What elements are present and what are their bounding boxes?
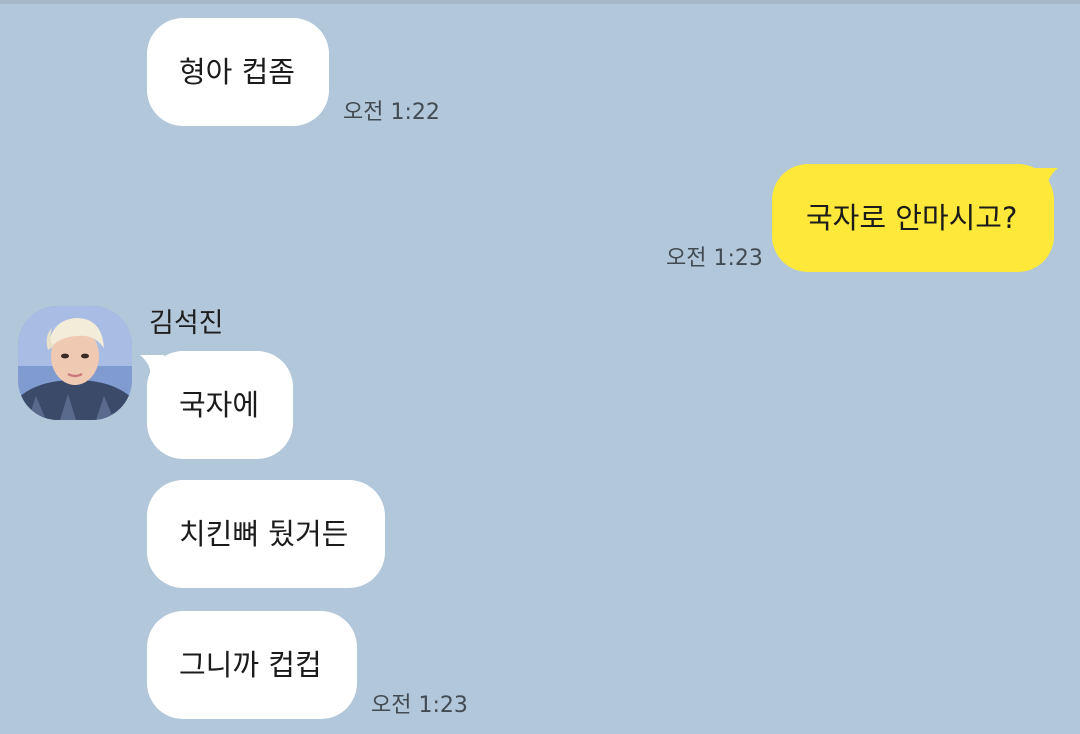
message-text: 형아 컵좀: [179, 54, 295, 89]
profile-photo-icon: [18, 306, 132, 420]
message-time: 오전 1:23: [371, 693, 468, 718]
message-bubble-incoming[interactable]: 형아 컵좀: [147, 18, 329, 126]
bubble-tail-outgoing: [1034, 168, 1058, 190]
message-text: 치킨뼈 뒀거든: [179, 516, 349, 551]
message-text: 국자에: [179, 387, 260, 422]
top-divider: [0, 0, 1080, 4]
message-text: 국자로 안마시고?: [806, 200, 1018, 235]
bubble-tail-incoming: [140, 355, 164, 377]
message-time: 오전 1:22: [343, 100, 440, 125]
message-bubble-incoming[interactable]: 그니까 컵컵: [147, 611, 357, 719]
message-time: 오전 1:23: [666, 246, 763, 271]
sender-avatar[interactable]: [18, 306, 132, 420]
message-bubble-outgoing[interactable]: 국자로 안마시고?: [772, 164, 1054, 272]
sender-name: 김석진: [149, 308, 224, 339]
message-bubble-incoming[interactable]: 국자에: [147, 351, 293, 459]
message-bubble-incoming[interactable]: 치킨뼈 뒀거든: [147, 480, 385, 588]
message-text: 그니까 컵컵: [179, 647, 322, 682]
